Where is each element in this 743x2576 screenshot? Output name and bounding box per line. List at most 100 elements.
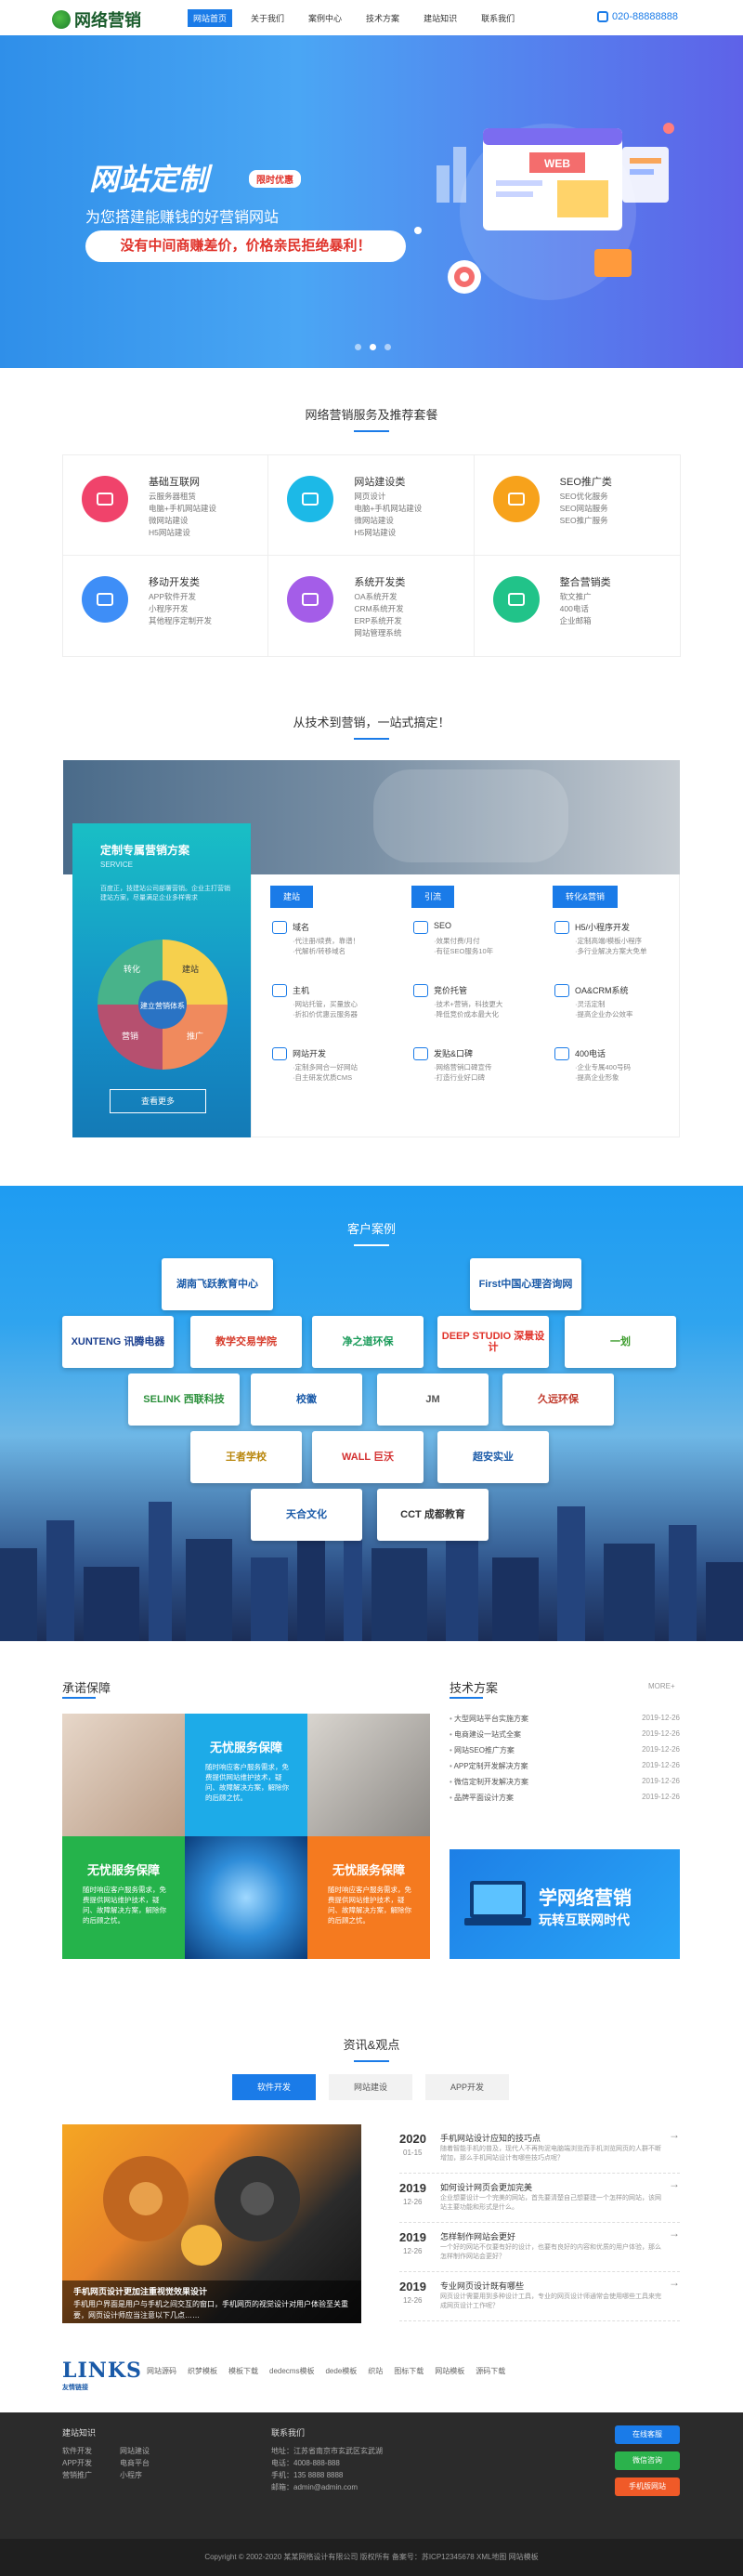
tab-software[interactable]: 软件开发 xyxy=(232,2074,316,2100)
solution-item[interactable]: 网站SEO推广方案 2019-12-26 xyxy=(450,1745,680,1761)
client-logo[interactable]: First中国心理咨询网 xyxy=(470,1258,581,1310)
solution-item[interactable]: APP定制开发解决方案 2019-12-26 xyxy=(450,1761,680,1777)
solution-item[interactable]: 大型网站平台实施方案 2019-12-26 xyxy=(450,1714,680,1729)
footer-link[interactable]: 小程序 xyxy=(120,2469,177,2481)
service-card[interactable]: 网站建设类 网页设计 电脑+手机网站建设 微网站建设 H5网站建设 xyxy=(268,455,475,556)
news-item[interactable]: 2019 12-26 专业网页设计既有哪些 网页设计需要用到多种设计工具，专业的网页设… xyxy=(399,2272,680,2321)
feature-item[interactable]: 竞价托管 ·技术+营销，科技更大 ·降低竞价成本最大化 xyxy=(402,982,532,1034)
client-logo[interactable]: XUNTENG 讯腾电器 xyxy=(62,1316,174,1368)
client-logo[interactable]: 校徽 xyxy=(251,1373,362,1426)
friend-link[interactable]: 源码下载 xyxy=(476,2366,505,2376)
feature-item[interactable]: OA&CRM系统 ·灵活定制 ·提高企业办公效率 xyxy=(543,982,673,1034)
news-desc: 网页设计需要用到多种设计工具，专业的网页设计师通常会使用哪些工具来完成网页设计工… xyxy=(440,2293,661,2309)
friend-link[interactable]: 图标下载 xyxy=(394,2366,424,2376)
client-logo[interactable]: JM xyxy=(377,1373,489,1426)
nav-contact[interactable]: 联系我们 xyxy=(476,9,520,27)
nav-cases[interactable]: 案例中心 xyxy=(303,9,347,27)
nav-solutions[interactable]: 技术方案 xyxy=(360,9,405,27)
news-item[interactable]: 2019 12-26 如何设计网页会更加完美 企业想要设计一个完美的网站，首先要清楚自… xyxy=(399,2174,680,2223)
nav-home[interactable]: 网站首页 xyxy=(188,8,233,27)
site-logo[interactable]: 网络营销 xyxy=(52,7,141,32)
feature-item[interactable]: 400电话 ·企业专属400号码 ·提高企业形象 xyxy=(543,1045,673,1097)
banner-dot[interactable] xyxy=(355,344,361,350)
feature-item[interactable]: 域名 ·代注册/续费，靠谱！ ·代解析/转移域名 xyxy=(261,919,391,971)
tech-columns: 建站域名 ·代注册/续费，靠谱！ ·代解析/转移域名 主机 ·网站托管，买量放心 ·折… xyxy=(251,874,680,1137)
friend-link[interactable]: dedecms模板 xyxy=(269,2366,314,2376)
banner-line-1: 学网络营销 xyxy=(539,1888,632,1909)
nav-knowledge[interactable]: 建站知识 xyxy=(418,9,463,27)
footer-button[interactable]: 在线客服 xyxy=(615,2425,680,2444)
service-card[interactable]: 移动开发类 APP软件开发 小程序开发 其他程序定制开发 xyxy=(63,556,269,656)
footer-button[interactable]: 微信咨询 xyxy=(615,2451,680,2470)
title-underline xyxy=(62,1697,96,1699)
plan-title: 定制专属营销方案 xyxy=(100,844,190,857)
service-name: 整合营销类 xyxy=(559,577,611,588)
friend-link[interactable]: 织站 xyxy=(368,2366,383,2376)
custom-plan-card: 定制专属营销方案 SERVICE 百度正，技建站公司部署营销。企业主打营销建站方… xyxy=(72,823,251,1137)
service-list: APP软件开发 小程序开发 其他程序定制开发 xyxy=(149,591,212,627)
service-card[interactable]: 系统开发类 OA系统开发 CRM系统开发 ERP系统开发 网站管理系统 xyxy=(268,556,475,656)
friend-link[interactable]: 网站模板 xyxy=(435,2366,464,2376)
tab-website[interactable]: 网站建设 xyxy=(329,2074,412,2100)
footer-link[interactable]: 营销推广 xyxy=(62,2469,120,2481)
feature-item[interactable]: 主机 ·网站托管，买量放心 ·折扣价优惠云服务器 xyxy=(261,982,391,1034)
client-logo[interactable]: 湖南飞跃教育中心 xyxy=(162,1258,273,1310)
news-item[interactable]: 2020 01-15 手机网站设计应知的技巧点 随着智能手机的普及，现代人不再拘泥电脑… xyxy=(399,2124,680,2174)
footer-link[interactable]: 电商平台 xyxy=(120,2457,177,2469)
feature-item[interactable]: 网站开发 ·定制多网合一好网站 ·自主研发优质CMS xyxy=(261,1045,391,1097)
client-logo[interactable]: WALL 巨沃 xyxy=(312,1431,424,1483)
client-logo[interactable]: 净之道环保 xyxy=(312,1316,424,1368)
service-card[interactable]: 基础互联网 云服务器租赁 电脑+手机网站建设 微网站建设 H5网站建设 xyxy=(63,455,269,556)
hero-banner: 网站定制 限时优惠 为您搭建能赚钱的好营销网站 没有中间商赚差价，价格亲民拒绝暴… xyxy=(0,35,743,368)
client-logo[interactable]: SELINK 西联科技 xyxy=(128,1373,240,1426)
promise-card-title: 无忧服务保障 xyxy=(86,1863,160,1877)
banner-dot-active[interactable] xyxy=(370,344,376,350)
footer-link[interactable]: APP开发 xyxy=(62,2457,120,2469)
feature-item[interactable]: H5/小程序开发 ·定制高端/模板小程序 ·多行业解决方案大免单 xyxy=(543,919,673,971)
solution-item[interactable]: 电商建设一站式全案 2019-12-26 xyxy=(450,1729,680,1745)
client-logo[interactable]: CCT 成都教育 xyxy=(377,1489,489,1541)
tab-app[interactable]: APP开发 xyxy=(425,2074,509,2100)
service-card[interactable]: SEO推广类 SEO优化服务 SEO网站服务 SEO推广服务 xyxy=(474,455,680,556)
solution-item[interactable]: 微信定制开发解决方案 2019-12-26 xyxy=(450,1777,680,1793)
footer-link[interactable]: 软件开发 xyxy=(62,2445,120,2457)
friend-link[interactable]: 模板下载 xyxy=(228,2366,258,2376)
client-logo[interactable]: 教学交易学院 xyxy=(190,1316,302,1368)
friend-link[interactable]: 网站源码 xyxy=(147,2366,176,2376)
view-more-button[interactable]: 查看更多 xyxy=(110,1089,206,1113)
nav-about[interactable]: 关于我们 xyxy=(245,9,290,27)
solutions-more-link[interactable]: MORE+ xyxy=(648,1682,675,1690)
client-logo[interactable]: 久远环保 xyxy=(502,1373,614,1426)
feature-item[interactable]: SEO ·效果付费/月付 ·有征SEO服务10年 xyxy=(402,919,532,971)
service-list-item: 电脑+手机网站建设 xyxy=(354,504,423,513)
feature-icon xyxy=(272,1047,287,1060)
news-item[interactable]: 2019 12-26 怎样制作网站会更好 一个好的网站不仅要有好的设计，也要有良好的内… xyxy=(399,2223,680,2272)
arrow-right-icon: → xyxy=(669,2227,680,2240)
client-logo[interactable]: 王者学校 xyxy=(190,1431,302,1483)
client-logo[interactable]: 一划 xyxy=(565,1316,676,1368)
footer-button[interactable]: 手机版网站 xyxy=(615,2477,680,2496)
friend-link[interactable]: dede模板 xyxy=(325,2366,357,2376)
banner-badge: 限时优惠 xyxy=(249,170,301,188)
client-logo[interactable]: 超安实业 xyxy=(437,1431,549,1483)
banner-title: 网站定制 xyxy=(89,163,209,196)
column-tag[interactable]: 建站 xyxy=(270,886,314,908)
learn-marketing-banner[interactable]: 学网络营销 玩转互联网时代 xyxy=(450,1849,680,1959)
service-list-item: CRM系统开发 xyxy=(354,604,404,613)
feature-item[interactable]: 发贴&口碑 ·网络营销口碑宣传 ·打造行业好口碑 xyxy=(402,1045,532,1097)
client-logo[interactable]: 天合文化 xyxy=(251,1489,362,1541)
news-feature-image[interactable]: 手机网页设计更加注重视觉效果设计 手机用户界面是用户与手机之间交互的窗口，手机网… xyxy=(62,2124,361,2323)
illustration-web-label: WEB xyxy=(544,157,570,170)
feature-desc: ·代注册/续费，靠谱！ ·代解析/转移域名 xyxy=(293,937,360,955)
footer-link[interactable]: 网站建设 xyxy=(120,2445,177,2457)
service-card[interactable]: 整合营销类 软文推广 400电话 企业邮箱 xyxy=(475,556,680,656)
pie-label: 转化 xyxy=(124,964,140,974)
service-list-item: SEO优化服务 xyxy=(559,492,608,501)
banner-dot[interactable] xyxy=(385,344,391,350)
column-tag[interactable]: 转化&营销 xyxy=(553,886,619,908)
solution-item[interactable]: 品牌平面设计方案 2019-12-26 xyxy=(450,1793,680,1808)
client-logo[interactable]: DEEP STUDIO 深景设计 xyxy=(437,1316,549,1368)
column-tag[interactable]: 引流 xyxy=(411,886,455,908)
friend-link[interactable]: 织梦模板 xyxy=(188,2366,217,2376)
solution-title: 微信定制开发解决方案 xyxy=(450,1777,528,1793)
